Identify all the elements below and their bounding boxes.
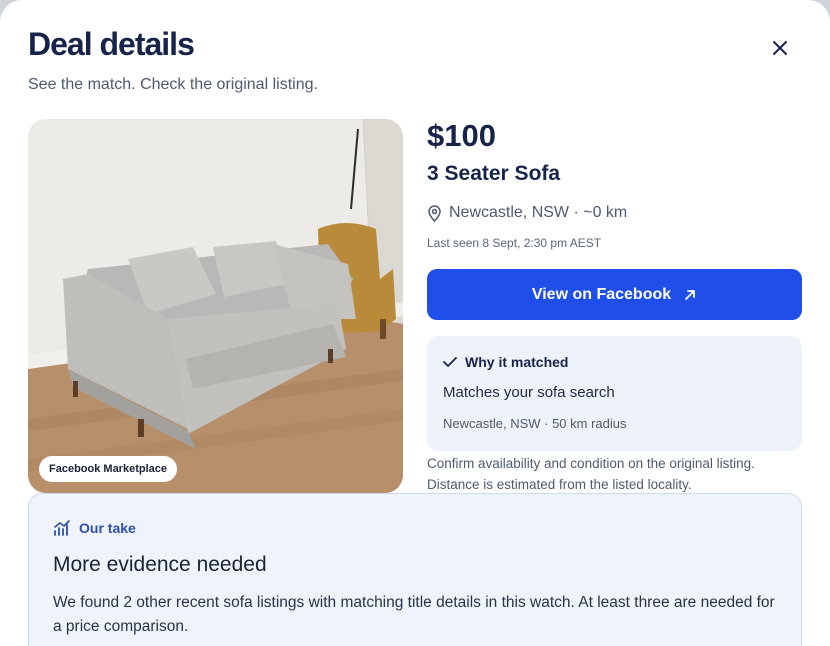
check-icon (443, 357, 457, 367)
note-line-availability: Confirm availability and condition on th… (427, 456, 755, 471)
why-matched-heading: Why it matched (443, 354, 568, 370)
match-reason: Matches your sofa search (443, 384, 615, 401)
last-seen-timestamp: Last seen 8 Sept, 2:30 pm AEST (427, 236, 602, 250)
location-text: Newcastle, NSW · ~0 km (449, 204, 628, 221)
sofa-image (28, 119, 403, 493)
arrow-up-right-icon (685, 289, 696, 300)
our-take-body: We found 2 other recent sofa listings wi… (53, 594, 775, 635)
our-take-label: Our take (79, 520, 136, 536)
chart-icon (54, 520, 70, 536)
listing-photo[interactable]: Facebook Marketplace (28, 119, 403, 493)
close-icon (773, 41, 787, 55)
view-on-facebook-button[interactable]: View on Facebook (427, 269, 802, 320)
note-line-distance: Distance is estimated from the listed lo… (427, 477, 692, 492)
source-badge: Facebook Marketplace (39, 456, 177, 482)
deal-details-dialog: Deal details See the match. Check the or… (0, 0, 830, 646)
map-pin-icon (428, 204, 441, 222)
our-take-heading: Our take (53, 520, 136, 536)
our-take-card: Our take More evidence needed We found 2… (28, 493, 802, 646)
listing-note: Confirm availability and condition on th… (427, 453, 807, 495)
listing-title: 3 Seater Sofa (427, 162, 561, 185)
dialog-subtitle: See the match. Check the original listin… (28, 76, 318, 93)
why-matched-card: Why it matched Matches your sofa search … (427, 336, 802, 451)
dialog-title: Deal details (28, 26, 195, 62)
listing-price: $100 (427, 118, 496, 153)
our-take-title: More evidence needed (53, 553, 267, 576)
close-button[interactable] (764, 32, 796, 64)
why-matched-label: Why it matched (465, 354, 569, 370)
listing-location: Newcastle, NSW · ~0 km (427, 204, 627, 222)
match-criteria: Newcastle, NSW · 50 km radius (443, 416, 627, 431)
view-on-facebook-label: View on Facebook (531, 285, 672, 303)
